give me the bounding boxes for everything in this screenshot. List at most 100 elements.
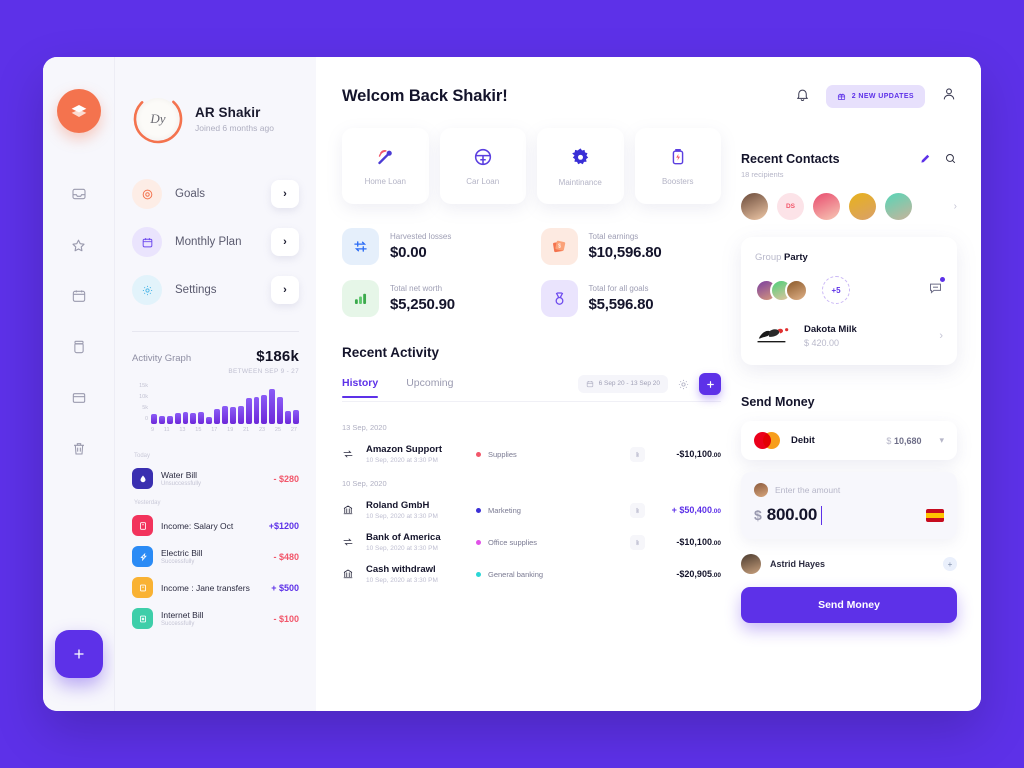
add-activity-button[interactable] <box>699 373 721 395</box>
add-recipient-button[interactable]: + <box>943 557 957 571</box>
chart-x-tick: 11 <box>163 427 170 433</box>
divider <box>132 331 299 332</box>
sidebar-item-goals[interactable]: Goals › <box>132 179 299 209</box>
profile-name: AR Shakir <box>195 105 261 120</box>
chart-bar <box>206 417 213 424</box>
contact-avatar[interactable] <box>813 193 840 220</box>
avatar[interactable]: Dy <box>132 93 184 145</box>
quick-card-car-loan[interactable]: Car Loan <box>439 128 526 204</box>
sidebar-item-label: Monthly Plan <box>175 236 242 248</box>
activity-category: Supplies <box>488 449 517 459</box>
transaction-row[interactable]: Income : Jane transfers + $500 <box>132 572 299 603</box>
transaction-status: Successfully <box>161 559 195 565</box>
search-contacts-button[interactable] <box>944 152 957 170</box>
app-logo[interactable] <box>56 89 101 133</box>
sidebar-item-settings[interactable]: Settings › <box>132 275 299 305</box>
notifications-button[interactable] <box>795 87 810 107</box>
sidebar-item-monthly-plan[interactable]: Monthly Plan › <box>132 227 299 257</box>
activity-row[interactable]: Amazon Support 10 Sep, 2020 at 3:30 PM Sup… <box>342 438 721 470</box>
transaction-row[interactable]: Water Bill Unsuccessfully - $280 <box>132 463 299 494</box>
chevron-down-icon[interactable]: ▾ <box>939 435 944 446</box>
spain-flag-icon[interactable] <box>926 508 944 522</box>
stat-total-for-all-goals: Total for all goals $5,596.80 <box>540 280 722 317</box>
plus-icon <box>73 649 84 659</box>
activity-settings-button[interactable] <box>677 378 690 391</box>
send-money-button[interactable]: Send Money <box>741 587 957 623</box>
chart-y-axis: 15k 10k 5k 0 <box>132 382 148 422</box>
chart-x-tick: 21 <box>243 427 250 433</box>
activity-row[interactable]: Bank of America 10 Sep, 2020 at 3:30 PM Of… <box>342 526 721 558</box>
transaction-group-label: Today <box>134 453 151 459</box>
nav-archive-jar[interactable] <box>64 332 94 362</box>
card-selector[interactable]: Debit $ 10,680 ▾ <box>741 421 957 460</box>
transaction-row[interactable]: Electric Bill Successfully - $480 <box>132 541 299 572</box>
amount-input-row: $ 800.00 <box>754 505 944 525</box>
activity-amount: -$20,905.00 <box>676 569 721 579</box>
chart-bar <box>198 411 205 424</box>
quick-card-label: Maintinance <box>558 177 602 187</box>
activity-title: Roland GmbH <box>366 500 430 511</box>
profile-joined: Joined 6 months ago <box>195 123 274 133</box>
quick-card-boosters[interactable]: Boosters <box>634 128 721 204</box>
contact-avatar[interactable]: DS <box>777 193 804 220</box>
chart-bar <box>214 409 221 424</box>
add-fab-button[interactable] <box>54 630 103 678</box>
tab-history[interactable]: History <box>342 377 379 398</box>
updates-badge[interactable]: 2 NEW UPDATES <box>825 85 925 108</box>
attachment-button[interactable] <box>630 502 645 518</box>
group-name: Party <box>784 252 808 263</box>
quick-card-maintinance[interactable]: Maintinance <box>537 128 624 204</box>
nav-trash[interactable] <box>64 434 94 464</box>
nav-favorites[interactable] <box>64 230 94 260</box>
amount-input-box[interactable]: Enter the amount $ 800.00 <box>741 472 957 539</box>
activity-row[interactable]: Roland GmbH 10 Sep, 2020 at 3:30 PM Market… <box>342 494 721 526</box>
quick-card-home-loan[interactable]: Home Loan <box>342 128 429 204</box>
activity-category: Office supplies <box>488 537 538 547</box>
date-range-picker[interactable]: 6 Sep 20 - 13 Sep 20 <box>577 374 668 394</box>
contact-avatar[interactable] <box>741 193 768 220</box>
activity-row[interactable]: Cash withdrawl 10 Sep, 2020 at 3:30 PM Gen… <box>342 558 721 590</box>
transaction-status: Successfully <box>161 621 195 627</box>
edit-contacts-button[interactable] <box>919 152 931 170</box>
sidebar-item-label: Goals <box>175 188 206 200</box>
group-contact-row[interactable]: Dakota Milk $ 420.00 › <box>755 323 943 349</box>
avatar-icon <box>754 483 768 497</box>
category-dot <box>476 539 481 545</box>
transaction-name: Income : Jane transfers <box>161 582 250 593</box>
stat-label: Total earnings <box>588 232 639 241</box>
attachment-button[interactable] <box>630 446 645 462</box>
chevron-right-icon[interactable]: › <box>939 330 943 342</box>
contacts-next-button[interactable]: › <box>954 201 957 212</box>
chart-x-tick: 15 <box>195 427 202 433</box>
group-more-count[interactable]: +5 <box>822 276 850 304</box>
amount-value[interactable]: 800.00 <box>767 505 818 525</box>
chevron-right-icon[interactable]: › <box>271 228 299 256</box>
nav-calendar[interactable] <box>64 281 94 311</box>
transaction-row[interactable]: Internet Bill Successfully - $100 <box>132 603 299 634</box>
nav-box[interactable] <box>64 383 94 413</box>
contact-avatar[interactable] <box>849 193 876 220</box>
nav-inbox[interactable] <box>64 179 94 209</box>
quick-action-cards: Home Loan Car Loan Maintinance Boosters <box>342 128 721 204</box>
chevron-right-icon[interactable]: › <box>271 276 299 304</box>
activity-amount: -$10,100.00 <box>676 449 721 459</box>
amount-input-header: Enter the amount <box>754 483 944 497</box>
transaction-row[interactable]: Income: Salary Oct +$1200 <box>132 510 299 541</box>
category-dot <box>476 451 481 457</box>
chart-x-tick: 13 <box>179 427 186 433</box>
wifi-icon <box>132 608 153 629</box>
tab-upcoming[interactable]: Upcoming <box>406 377 453 397</box>
group-member-avatar[interactable] <box>785 278 808 302</box>
activity-graph-chart: 15k 10k 5k 0 <box>132 382 299 424</box>
chevron-right-icon[interactable]: › <box>271 180 299 208</box>
box-icon <box>72 393 85 403</box>
account-button[interactable] <box>941 86 957 107</box>
steering-wheel-icon <box>474 148 491 166</box>
contact-avatar[interactable] <box>885 193 912 220</box>
transaction-name: Electric Bill <box>161 548 203 558</box>
transaction-group-label: Yesterday <box>134 500 161 506</box>
chart-bar <box>166 415 173 424</box>
stat-total-earnings: $ Total earnings $10,596.80 <box>540 228 722 265</box>
group-chat-button[interactable] <box>928 277 945 300</box>
attachment-button[interactable] <box>630 534 645 550</box>
